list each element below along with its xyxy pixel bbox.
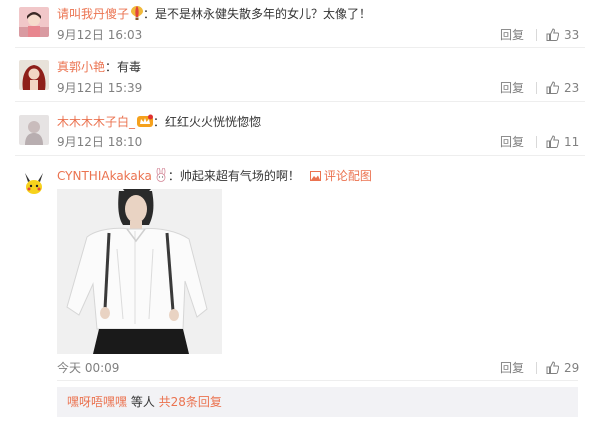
like-count: 33 bbox=[564, 28, 580, 42]
comment-divider bbox=[15, 155, 585, 156]
avatar[interactable] bbox=[19, 60, 49, 90]
reply-username-link[interactable]: 嘿呀唔嘿嘿 bbox=[67, 395, 127, 409]
comment-line: 木木木木子白_ ：红红火火恍恍惚惚 bbox=[57, 114, 261, 132]
comment-separator: ： bbox=[167, 169, 180, 183]
comment-time: 9月12日 18:10 bbox=[57, 135, 143, 149]
reply-button[interactable]: 回复 bbox=[500, 28, 524, 42]
comment-divider bbox=[57, 380, 578, 381]
comment-separator: ： bbox=[153, 115, 166, 129]
like-count: 23 bbox=[564, 81, 580, 95]
avatar[interactable] bbox=[19, 115, 49, 145]
comment-time: 今天 00:09 bbox=[57, 361, 120, 375]
thumbs-up-icon bbox=[546, 28, 560, 41]
action-divider bbox=[536, 29, 537, 41]
comment-line: CYNTHIAkakaka ：帅起来超有气场的啊！ 评论配图 bbox=[57, 167, 372, 186]
comment-text: 红红火火恍恍惚惚 bbox=[165, 115, 262, 129]
more-replies-link[interactable]: 共28条回复 bbox=[159, 395, 222, 409]
action-divider bbox=[536, 82, 537, 94]
more-replies-line: 嘿呀唔嘿嘿 等人 共28条回复 bbox=[67, 395, 222, 409]
username-link[interactable]: 真郭小艳 bbox=[57, 60, 105, 74]
username-link[interactable]: 请叫我丹傻子 bbox=[57, 7, 129, 21]
like-count: 29 bbox=[564, 361, 580, 375]
action-divider bbox=[536, 136, 537, 148]
reply-button[interactable]: 回复 bbox=[500, 81, 524, 95]
comment-time: 9月12日 16:03 bbox=[57, 28, 143, 42]
comment-image-link-label: 评论配图 bbox=[323, 169, 372, 183]
like-count: 11 bbox=[564, 135, 580, 149]
username-link[interactable]: CYNTHIAkakaka bbox=[57, 169, 152, 183]
rabbit-icon bbox=[154, 167, 168, 186]
like-button[interactable]: 29 bbox=[546, 361, 579, 375]
comment-divider bbox=[15, 47, 585, 48]
vip-crown-icon bbox=[137, 114, 154, 132]
username-link[interactable]: 木木木木子白_ bbox=[57, 115, 135, 129]
comment-text: 是不是林永健失散多年的女儿？太像了！ bbox=[155, 7, 372, 21]
comment-image[interactable] bbox=[57, 189, 222, 354]
more-replies-box: 嘿呀唔嘿嘿 等人 共28条回复 bbox=[57, 387, 578, 417]
avatar[interactable] bbox=[19, 169, 49, 199]
like-button[interactable]: 33 bbox=[546, 28, 579, 42]
reply-button[interactable]: 回复 bbox=[500, 361, 524, 375]
comment-separator: ： bbox=[105, 60, 118, 74]
thumbs-up-icon bbox=[546, 361, 560, 374]
comment-divider bbox=[15, 101, 585, 102]
comment-separator: ： bbox=[143, 7, 156, 21]
like-button[interactable]: 11 bbox=[546, 135, 579, 149]
like-button[interactable]: 23 bbox=[546, 81, 579, 95]
comment-text: 有毒 bbox=[117, 60, 142, 74]
thumbs-up-icon bbox=[546, 135, 560, 148]
action-divider bbox=[536, 362, 537, 374]
thumbs-up-icon bbox=[546, 81, 560, 94]
comment-line: 真郭小艳：有毒 bbox=[57, 59, 141, 75]
comment-image-link[interactable]: 评论配图 bbox=[309, 169, 372, 183]
comment-text: 帅起来超有气场的啊！ bbox=[179, 169, 300, 183]
avatar[interactable] bbox=[19, 7, 49, 37]
hot-air-balloon-icon bbox=[131, 6, 144, 24]
comment-line: 请叫我丹傻子 ：是不是林永健失散多年的女儿？太像了！ bbox=[57, 6, 371, 24]
more-replies-middle: 等人 bbox=[127, 395, 159, 409]
reply-button[interactable]: 回复 bbox=[500, 135, 524, 149]
comment-time: 9月12日 15:39 bbox=[57, 81, 143, 95]
image-icon bbox=[309, 171, 321, 181]
